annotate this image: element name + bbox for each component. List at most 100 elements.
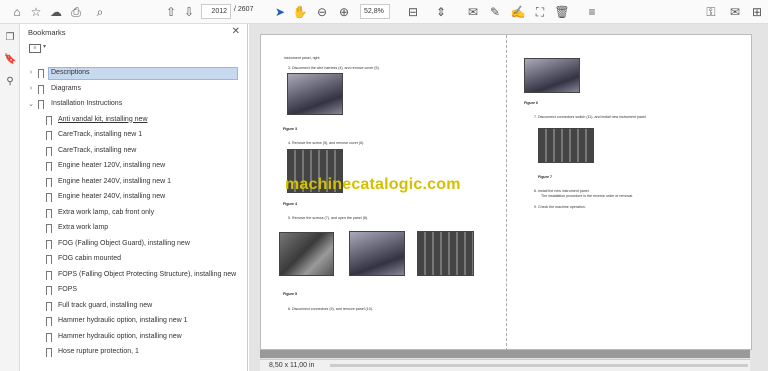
bookmark-item[interactable]: Engine heater 240V, installing new (20, 190, 244, 206)
chevron-down-icon[interactable]: ▾ (43, 43, 46, 50)
step-text: 7. Disconnect connectors switch (11), an… (534, 115, 647, 119)
watermark: machinecatalogic.com (285, 176, 461, 193)
panel-title: Bookmarks (28, 28, 66, 37)
viewer-bottom-edge (260, 350, 750, 358)
bookmark-item[interactable]: Engine heater 120V, installing new (20, 159, 244, 175)
options-icon[interactable]: ≡ (29, 44, 41, 53)
cloud-upload-icon[interactable]: ☁ (48, 4, 64, 20)
bookmark-label: Anti vandal kit, installing new (58, 115, 148, 123)
more-tools-icon[interactable]: ⊞ (749, 4, 765, 20)
bookmark-label: Full track guard, installing new (58, 301, 153, 309)
figure-image (287, 73, 343, 115)
page-size-label: 8,50 x 11,00 in (269, 362, 315, 369)
hand-tool-icon[interactable]: ✋ (292, 4, 308, 20)
bookmark-icon (38, 69, 44, 80)
horizontal-scrollbar[interactable] (330, 364, 748, 367)
step-text: 6. Disconnect connectors (9), and remove… (288, 307, 373, 311)
bookmark-item[interactable]: CareTrack, installing new 1 (20, 128, 244, 144)
figure-caption: Figure 7 (538, 175, 552, 179)
bookmark-item[interactable]: FOPS (20, 283, 244, 299)
figure-image (417, 231, 474, 276)
bookmark-label: Descriptions (51, 69, 90, 76)
attachment-icon[interactable]: ⚲ (4, 76, 16, 88)
pages-icon[interactable]: ❐ (4, 32, 16, 44)
scroll-mode-icon[interactable]: ⇕ (433, 4, 449, 20)
bookmark-item[interactable]: FOPS (Falling Object Protecting Structur… (20, 268, 244, 284)
bookmark-icon (46, 286, 52, 297)
bookmark-icon (46, 301, 52, 313)
close-icon[interactable]: ✕ (232, 26, 240, 37)
status-bar: 8,50 x 11,00 in (260, 359, 750, 371)
bookmark-icon (46, 317, 52, 328)
figure-image (538, 128, 594, 163)
bookmark-item[interactable]: Anti vandal kit, installing new (20, 113, 244, 129)
bookmark-icon (46, 208, 52, 220)
figure-caption: Figure 6 (524, 101, 538, 105)
chevron-right-icon[interactable]: › (27, 69, 35, 76)
figure-caption: Figure 5 (283, 292, 297, 296)
bookmark-icon (46, 239, 52, 251)
bookmark-label: FOG (Falling Object Guard), installing n… (58, 239, 190, 247)
highlight-pen-icon[interactable]: ✎ (487, 4, 503, 20)
bookmark-item[interactable]: Hose rupture protection, 1 (20, 345, 244, 361)
bookmark-label: Diagrams (51, 84, 81, 92)
search-icon[interactable]: ⌕ (92, 4, 108, 20)
bookmark-label: Extra work lamp (58, 224, 109, 231)
bookmark-icon[interactable]: 🔖 (4, 54, 16, 66)
draw-icon[interactable]: ✍ (510, 4, 526, 20)
bookmark-label: Engine heater 240V, installing new (58, 193, 166, 200)
bookmark-icon (46, 162, 52, 173)
bookmark-item[interactable]: Extra work lamp (20, 221, 244, 237)
select-cursor-icon[interactable]: ➤ (272, 4, 288, 20)
stamp-icon[interactable]: ⛶ (532, 4, 548, 20)
page-number-input[interactable]: 2012 (201, 4, 231, 19)
bookmarks-toolbar: ≡ ▾ (20, 40, 247, 56)
comment-icon[interactable]: ✉ (465, 4, 481, 20)
bookmark-label: Installation Instructions (51, 100, 123, 107)
figure-image (279, 232, 334, 276)
bookmark-label: Hose rupture protection, 1 (58, 348, 139, 355)
bookmark-item[interactable]: Full track guard, installing new (20, 299, 244, 315)
page-up-icon[interactable]: ⇧ (163, 4, 179, 20)
bookmark-item[interactable]: Extra work lamp, cab front only (20, 206, 244, 222)
share-icon[interactable]: ✉ (727, 4, 743, 20)
print-icon[interactable]: ⎙ (68, 4, 84, 20)
bookmark-label: FOPS (58, 286, 78, 293)
bookmark-icon (38, 84, 44, 96)
protect-icon[interactable]: ⚿ (703, 4, 719, 20)
bookmark-item[interactable]: FOG cabin mounted (20, 252, 244, 268)
bookmark-label: Hammer hydraulic option, installing new … (58, 317, 188, 324)
bookmark-item[interactable]: Hammer hydraulic option, installing new (20, 330, 244, 346)
bookmark-label: Engine heater 120V, installing new (58, 162, 166, 169)
bookmark-item[interactable]: FOG (Falling Object Guard), installing n… (20, 237, 244, 253)
chevron-right-icon[interactable]: › (27, 85, 35, 92)
bookmark-label: Engine heater 240V, installing new 1 (58, 177, 171, 185)
delete-icon[interactable]: 🗑 (554, 4, 570, 20)
page-total: / 2607 (234, 6, 254, 13)
star-icon[interactable]: ☆ (28, 4, 44, 20)
step-text: 8. Install the new instrument panel. (534, 189, 590, 193)
bookmark-item[interactable]: ⌄ Installation Instructions (20, 97, 244, 113)
bookmark-icon (46, 193, 52, 204)
bookmark-item[interactable]: CareTrack, installing new (20, 144, 244, 160)
redact-icon[interactable]: ≡ (584, 4, 600, 20)
bookmark-item[interactable]: Hammer hydraulic option, installing new … (20, 314, 244, 330)
page-spine (506, 35, 507, 351)
chevron-down-icon[interactable]: ⌄ (27, 100, 35, 108)
zoom-out-icon[interactable]: ⊖ (314, 4, 330, 20)
page-fit-icon[interactable]: ⊟ (405, 4, 421, 20)
home-icon[interactable]: ⌂ (9, 4, 25, 20)
bookmark-item[interactable]: › Descriptions (20, 66, 244, 82)
bookmark-item[interactable]: › Diagrams (20, 82, 244, 98)
zoom-level-select[interactable]: 52,8% (360, 4, 390, 19)
figure-caption: Figure 3 (283, 127, 297, 131)
bookmarks-header: Bookmarks ✕ (20, 24, 247, 40)
step-text: The installation procedure is the revers… (541, 194, 634, 198)
step-text: 3. Disconnect the wire harness (4), and … (288, 66, 380, 70)
bookmark-icon (46, 115, 52, 127)
zoom-in-icon[interactable]: ⊕ (336, 4, 352, 20)
page-down-icon[interactable]: ⇩ (181, 4, 197, 20)
step-text: 5. Remove the screws (7), and open the p… (288, 216, 369, 220)
bookmark-item[interactable]: Engine heater 240V, installing new 1 (20, 175, 244, 191)
main-toolbar: ⌂ ☆ ☁ ⎙ ⌕ ⇧ ⇩ 2012 / 2607 ➤ ✋ ⊖ ⊕ 52,8% … (0, 0, 768, 24)
